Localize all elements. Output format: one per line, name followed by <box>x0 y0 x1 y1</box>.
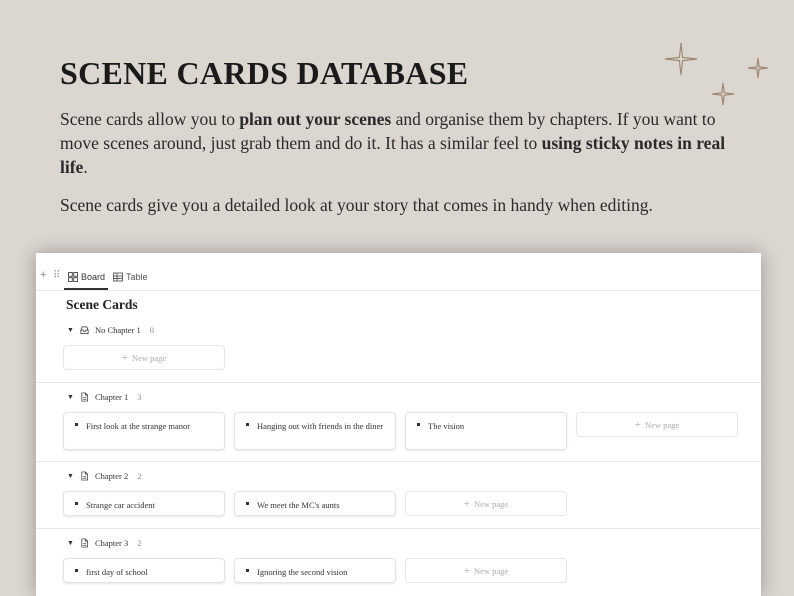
drag-handle-icon[interactable]: ⠿ <box>53 270 60 281</box>
new-page-label: New page <box>131 352 167 363</box>
view-toolbar: + ⠿ Board Table <box>36 267 761 290</box>
caret-down-icon[interactable]: ▼ <box>67 393 74 401</box>
card-title: We meet the MC's aunts <box>257 500 340 510</box>
new-page-button[interactable]: + New page <box>63 345 225 370</box>
group-header[interactable]: ▼ No Chapter 1 0 <box>67 323 154 337</box>
group-count: 2 <box>137 538 142 548</box>
new-page-button[interactable]: + New page <box>576 412 738 437</box>
intro-paragraph: Scene cards allow you to plan out your s… <box>60 109 726 177</box>
bullet-icon <box>75 569 78 572</box>
inbox-icon <box>80 326 89 335</box>
scene-card[interactable]: The vision <box>405 412 567 450</box>
tab-board[interactable]: Board <box>68 272 105 282</box>
document-icon <box>81 538 88 548</box>
group-name: Chapter 3 <box>94 538 129 548</box>
board-icon <box>68 272 78 282</box>
card-title: The vision <box>428 421 465 431</box>
bullet-icon <box>246 423 249 426</box>
tab-table-label: Table <box>126 272 148 282</box>
scene-card[interactable]: Strange car accident <box>63 491 225 516</box>
scene-card[interactable]: First look at the strange manor <box>63 412 225 450</box>
bullet-icon <box>246 502 249 505</box>
new-page-button[interactable]: + New page <box>405 491 567 516</box>
database-title: Scene Cards <box>66 297 138 312</box>
document-icon <box>81 392 88 402</box>
plus-icon: + <box>121 351 128 364</box>
document-icon <box>81 471 88 481</box>
bullet-icon <box>246 569 249 572</box>
scene-card[interactable]: Ignoring the second vision <box>234 558 396 583</box>
group-name: No Chapter 1 <box>94 325 141 335</box>
new-page-label: New page <box>644 419 680 430</box>
sparkle-icon <box>711 82 735 106</box>
group-count: 2 <box>137 471 142 481</box>
card-title: First look at the strange manor <box>86 421 191 431</box>
caret-down-icon[interactable]: ▼ <box>67 326 74 334</box>
bullet-icon <box>417 423 420 426</box>
add-icon[interactable]: + <box>40 269 46 281</box>
group-divider <box>36 382 761 383</box>
sparkle-icon <box>664 42 698 76</box>
caret-down-icon[interactable]: ▼ <box>67 472 74 480</box>
plus-icon: + <box>634 418 641 431</box>
plus-icon: + <box>463 564 470 577</box>
group-count: 0 <box>149 325 154 335</box>
scene-card[interactable]: first day of school <box>63 558 225 583</box>
intro-paragraph-2: Scene cards give you a detailed look at … <box>60 195 653 215</box>
scene-card[interactable]: Hanging out with friends in the diner <box>234 412 396 450</box>
group-header[interactable]: ▼ Chapter 1 3 <box>67 390 141 404</box>
page-title: SCENE CARDS DATABASE <box>60 55 469 91</box>
tab-table[interactable]: Table <box>113 272 148 282</box>
new-page-button[interactable]: + New page <box>405 558 567 583</box>
scene-card[interactable]: We meet the MC's aunts <box>234 491 396 516</box>
group-name: Chapter 1 <box>94 392 129 402</box>
toolbar-divider <box>36 290 761 291</box>
group-header[interactable]: ▼ Chapter 2 2 <box>67 469 141 483</box>
plus-icon: + <box>463 497 470 510</box>
group-divider <box>36 528 761 529</box>
card-title: first day of school <box>86 567 148 577</box>
group-count: 3 <box>137 392 142 402</box>
table-icon <box>113 272 123 282</box>
sparkle-icon <box>747 57 769 79</box>
card-title: Hanging out with friends in the diner <box>257 421 384 431</box>
new-page-label: New page <box>473 565 509 576</box>
group-name: Chapter 2 <box>94 471 129 481</box>
group-header[interactable]: ▼ Chapter 3 2 <box>67 536 141 550</box>
group-divider <box>36 461 761 462</box>
database-panel: + ⠿ Board Table Scene Cards ▼ No Chapter… <box>36 253 761 596</box>
card-title: Ignoring the second vision <box>257 567 348 577</box>
tab-board-label: Board <box>81 272 106 282</box>
bullet-icon <box>75 423 78 426</box>
caret-down-icon[interactable]: ▼ <box>67 539 74 547</box>
card-title: Strange car accident <box>86 500 155 510</box>
bullet-icon <box>75 502 78 505</box>
new-page-label: New page <box>473 498 509 509</box>
